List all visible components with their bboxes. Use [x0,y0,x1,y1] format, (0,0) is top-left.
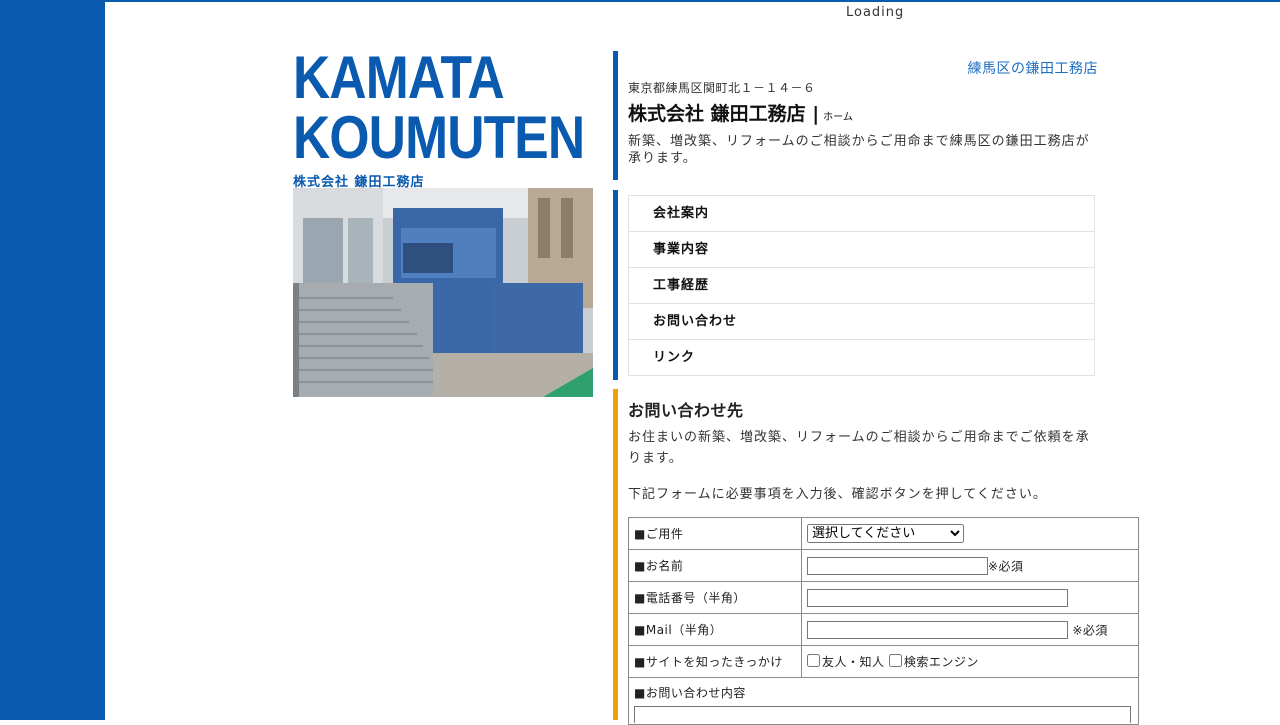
mail-cell: ※必須 [801,613,1139,646]
form-row-purpose: ■ご用件 選択してください [628,517,1139,550]
name-cell: ※必須 [801,549,1139,582]
left-side-band [0,0,105,720]
message-label: ■お問い合わせ内容 [634,686,746,700]
breadcrumb-home: ホーム [823,112,853,123]
purpose-cell: 選択してください [801,517,1139,550]
building-photo [293,188,593,397]
source-label: ■サイトを知ったきっかけ [628,645,802,678]
name-required-note: ※必須 [988,559,1024,573]
form-row-source: ■サイトを知ったきっかけ 友人・知人 検索エンジン [628,645,1139,678]
top-border-line [105,0,1280,2]
mail-label: ■Mail（半角） [628,613,802,646]
form-row-mail: ■Mail（半角） ※必須 [628,613,1139,646]
form-row-message: ■お問い合わせ内容 [628,677,1139,725]
site-header: 練馬区の鎌田工務店 東京都練馬区関町北１－１４－６ 株式会社 鎌田工務店 | ホー… [613,51,1098,180]
nav-item-business[interactable]: 事業内容 [629,232,1094,268]
main-navigation: 会社案内 事業内容 工事経歴 お問い合わせ リンク [613,190,1098,380]
contact-instruction: 下記フォームに必要事項を入力後、確認ボタンを押してください。 [628,487,1047,502]
form-row-name: ■お名前 ※必須 [628,549,1139,582]
nav-menu: 会社案内 事業内容 工事経歴 お問い合わせ リンク [628,195,1095,376]
building-photo-illustration [293,188,593,397]
site-description: 新築、増改築、リフォームのご相談からご用命まで練馬区の鎌田工務店が承ります。 [628,134,1090,166]
source-search-checkbox[interactable] [888,654,902,667]
nav-item-works[interactable]: 工事経歴 [629,268,1094,304]
contact-heading: お問い合わせ先 [628,401,744,420]
phone-input[interactable] [807,588,1068,607]
form-row-phone: ■電話番号（半角） [628,581,1139,614]
message-textarea[interactable] [634,706,1131,723]
contact-form: ■ご用件 選択してください ■お名前 ※必須 ■電話番号（半角） ■Mail（半… [628,517,1139,725]
source-search-label: 検索エンジン [903,655,979,669]
phone-cell [801,581,1139,614]
message-cell: ■お問い合わせ内容 [628,677,1139,725]
tagline-link[interactable]: 練馬区の鎌田工務店 [968,58,1099,78]
name-label: ■お名前 [628,549,802,582]
purpose-label: ■ご用件 [628,517,802,550]
mail-required-note: ※必須 [1072,623,1108,637]
nav-item-links[interactable]: リンク [629,340,1094,375]
logo-line-2: KOUMUTEN [293,104,585,171]
mail-input[interactable] [807,620,1068,639]
loading-indicator: Loading [846,5,905,20]
company-title: 株式会社 鎌田工務店 | [628,103,820,125]
source-friend-checkbox[interactable] [807,654,820,667]
phone-label: ■電話番号（半角） [628,581,802,614]
site-logo[interactable]: KAMATA KOUMUTEN 株式会社 鎌田工務店 [293,44,585,191]
logo-line-1: KAMATA [293,44,505,111]
company-address: 東京都練馬区関町北１－１４－６ [628,81,816,95]
nav-item-contact[interactable]: お問い合わせ [629,304,1094,340]
source-friend-label: 友人・知人 [822,655,885,669]
purpose-select[interactable]: 選択してください [807,524,964,543]
contact-section: お問い合わせ先 お住まいの新築、増改築、リフォームのご相談からご用命までご依頼を… [613,389,1178,725]
contact-intro: お住まいの新築、増改築、リフォームのご相談からご用命までご依頼を承ります。 [628,430,1090,466]
nav-item-company[interactable]: 会社案内 [629,196,1094,232]
page-title: 株式会社 鎌田工務店 | ホーム [628,99,853,126]
name-input[interactable] [807,556,988,575]
source-cell: 友人・知人 検索エンジン [801,645,1139,678]
